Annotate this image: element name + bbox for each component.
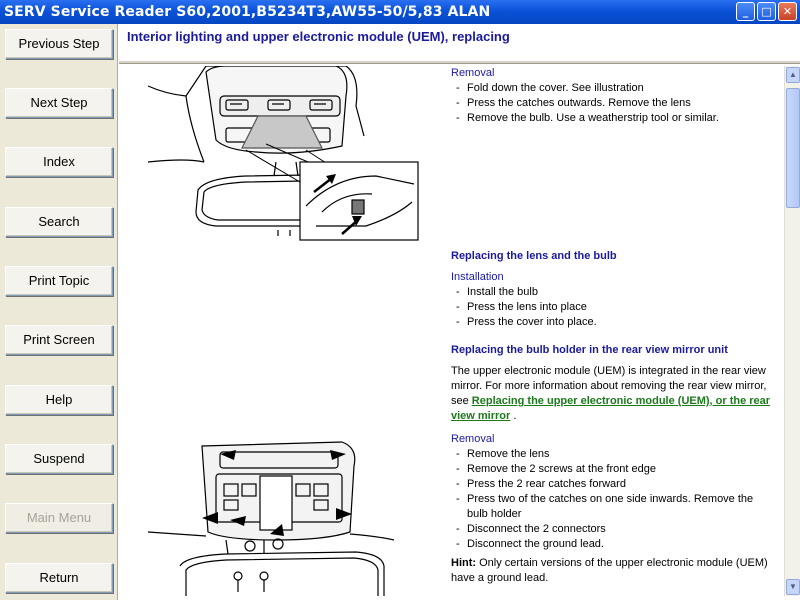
list-item: Press the 2 rear catches forward: [456, 477, 776, 492]
list-item: Disconnect the ground lead.: [456, 537, 776, 552]
suspend-button[interactable]: Suspend: [5, 444, 113, 474]
list-item: Remove the bulb. Use a weatherstrip tool…: [456, 111, 776, 126]
print-screen-button[interactable]: Print Screen: [5, 325, 113, 355]
close-button[interactable]: ✕: [778, 2, 797, 21]
section-heading: Replacing the lens and the bulb: [451, 250, 617, 262]
index-button[interactable]: Index: [5, 147, 113, 177]
installation-steps: Install the bulb Press the lens into pla…: [451, 285, 776, 330]
search-button[interactable]: Search: [5, 207, 113, 237]
list-item: Press the catches outwards. Remove the l…: [456, 96, 776, 111]
hint-text: Hint: Only certain versions of the upper…: [451, 557, 768, 584]
maximize-button[interactable]: □: [757, 2, 776, 21]
scroll-up-arrow-icon[interactable]: ▲: [786, 67, 800, 83]
main-menu-button: Main Menu: [5, 503, 113, 533]
bulb-holder-removal-steps: Remove the lens Remove the 2 screws at t…: [451, 447, 776, 552]
illustration-lens-removal: [147, 66, 419, 241]
list-item: Remove the 2 screws at the front edge: [456, 462, 776, 477]
uem-replacement-link[interactable]: Replacing the upper electronic module (U…: [451, 395, 770, 422]
list-item: Install the bulb: [456, 285, 776, 300]
print-topic-button[interactable]: Print Topic: [5, 266, 113, 296]
list-item: Press two of the catches on one side inw…: [456, 492, 776, 522]
uem-paragraph: The upper electronic module (UEM) is int…: [451, 365, 771, 422]
section-heading: Replacing the bulb holder in the rear vi…: [451, 344, 728, 356]
previous-step-button[interactable]: Previous Step: [5, 29, 113, 59]
list-item: Remove the lens: [456, 447, 776, 462]
removal-subheading: Removal: [451, 67, 495, 79]
section-lens-removal: Removal Fold down the cover. See illustr…: [451, 66, 776, 126]
list-item: Press the cover into place.: [456, 315, 776, 330]
removal-steps: Fold down the cover. See illustration Pr…: [451, 81, 776, 126]
minimize-button[interactable]: _: [736, 2, 755, 21]
navigation-panel: Previous Step Next Step Index Search Pri…: [0, 24, 118, 600]
removal-subheading: Removal: [451, 433, 495, 445]
list-item: Press the lens into place: [456, 300, 776, 315]
illustration-bulb-holder-removal: [147, 441, 395, 596]
next-step-button[interactable]: Next Step: [5, 88, 113, 118]
scroll-down-arrow-icon[interactable]: ▼: [786, 579, 800, 595]
section-replacing-lens: Replacing the lens and the bulb Installa…: [451, 249, 776, 330]
scroll-thumb[interactable]: [786, 88, 800, 208]
window-title: SERV Service Reader S60,2001,B5234T3,AW5…: [4, 4, 491, 20]
list-item: Disconnect the 2 connectors: [456, 522, 776, 537]
page-title: Interior lighting and upper electronic m…: [127, 29, 510, 44]
section-bulb-holder: Replacing the bulb holder in the rear vi…: [451, 343, 776, 586]
installation-subheading: Installation: [451, 271, 504, 283]
topic-header: Interior lighting and upper electronic m…: [119, 24, 800, 64]
content-pane: Removal Fold down the cover. See illustr…: [120, 66, 784, 596]
vertical-scrollbar[interactable]: ▲ ▼: [784, 66, 800, 596]
help-button[interactable]: Help: [5, 385, 113, 415]
list-item: Fold down the cover. See illustration: [456, 81, 776, 96]
return-button[interactable]: Return: [5, 563, 113, 593]
title-bar: SERV Service Reader S60,2001,B5234T3,AW5…: [0, 0, 800, 24]
